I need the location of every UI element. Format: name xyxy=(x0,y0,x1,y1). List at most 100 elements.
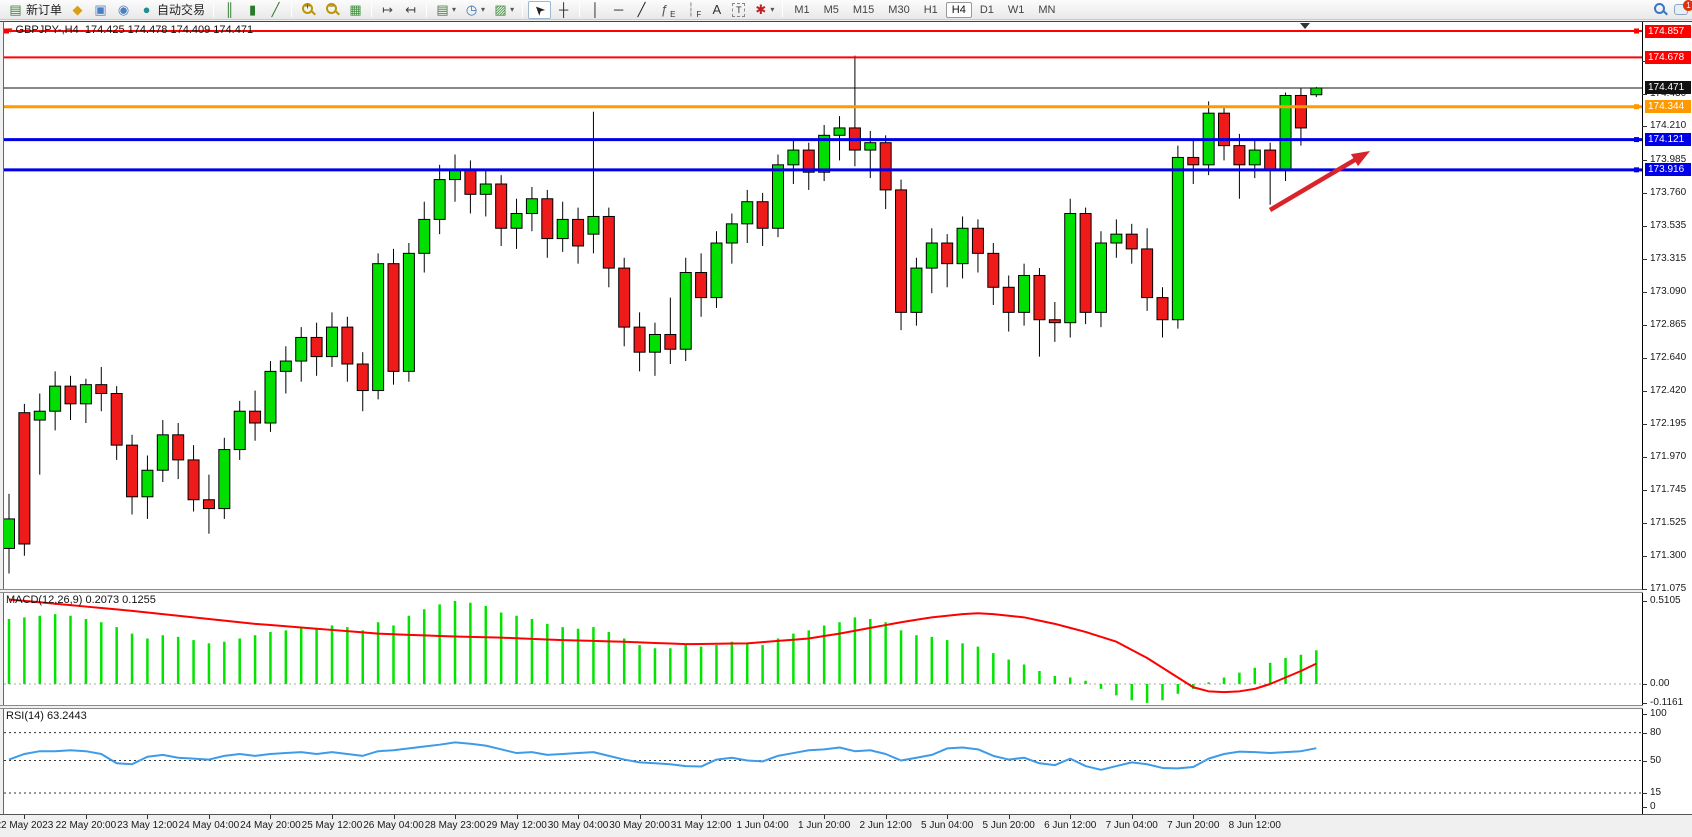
macd-pane-canvas[interactable] xyxy=(4,593,1642,705)
candle-body xyxy=(188,460,199,500)
trendline-icon[interactable]: ╱ xyxy=(631,1,652,19)
candle-body xyxy=(265,371,276,423)
time-tick xyxy=(1132,815,1133,819)
cursor-icon[interactable]: ➤ xyxy=(528,1,551,19)
candlestick-icon[interactable]: ▮ xyxy=(242,1,263,19)
main-chart-canvas[interactable] xyxy=(4,22,1642,589)
price-tick xyxy=(1642,259,1647,260)
candle-body xyxy=(357,364,368,391)
hline-icon[interactable]: ─ xyxy=(608,1,629,19)
candle xyxy=(726,214,737,264)
macd-tick xyxy=(1642,703,1647,704)
styler-brush-icon[interactable]: ◆ xyxy=(67,1,88,19)
arrows-icon[interactable]: ✱▾ xyxy=(750,1,777,19)
timeframe-m5[interactable]: M5 xyxy=(818,2,845,18)
line-handle[interactable] xyxy=(1634,29,1639,34)
candle-body xyxy=(127,445,138,497)
bar-chart-icon[interactable]: ║ xyxy=(219,1,240,19)
candle xyxy=(373,253,384,399)
candle xyxy=(203,475,214,534)
period-icon[interactable]: ◷▾ xyxy=(461,1,488,19)
time-tick xyxy=(1193,815,1194,819)
candle-body xyxy=(419,219,430,253)
price-tag-174.121: 174.121 xyxy=(1645,133,1691,146)
timeframe-m30[interactable]: M30 xyxy=(882,2,915,18)
tile-windows-icon[interactable]: ▦ xyxy=(345,1,366,19)
price-axis-line xyxy=(1642,22,1643,815)
line-handle[interactable] xyxy=(1634,137,1639,142)
timeframe-mn[interactable]: MN xyxy=(1032,2,1061,18)
candle-body xyxy=(665,334,676,349)
time-label: 8 Jun 12:00 xyxy=(1217,820,1293,831)
candle-body xyxy=(65,386,76,404)
zoom-out-icon[interactable]: − xyxy=(321,1,343,19)
period-icon: ◷ xyxy=(464,2,479,18)
candle-body xyxy=(296,337,307,361)
rsi-pane-canvas[interactable] xyxy=(4,709,1642,814)
candle-body xyxy=(1188,157,1199,164)
candle xyxy=(1295,88,1306,146)
macd-tick-label: -0.1161 xyxy=(1650,697,1683,708)
price-tag-173.916: 173.916 xyxy=(1645,163,1691,176)
arrows-icon: ✱ xyxy=(753,2,768,18)
label-icon[interactable]: T xyxy=(729,1,748,19)
timeframe-d1[interactable]: D1 xyxy=(974,2,1000,18)
candle-body xyxy=(1049,320,1060,323)
timeframe-w1[interactable]: W1 xyxy=(1002,2,1031,18)
crosshair-icon[interactable]: ┼ xyxy=(553,1,574,19)
new-order-button: ▤ xyxy=(8,2,23,18)
new-chart-icon[interactable]: ▤▾ xyxy=(432,1,459,19)
line-chart-icon[interactable]: ╱ xyxy=(265,1,286,19)
fibo-icon[interactable]: ƒE xyxy=(654,1,678,19)
fibo-expansion-icon[interactable]: ┆F xyxy=(680,1,704,19)
candle xyxy=(80,379,91,423)
new-chart-icon: ▤ xyxy=(435,2,450,18)
candle-body xyxy=(557,219,568,238)
rsi-line xyxy=(9,742,1316,769)
candle xyxy=(1065,199,1076,338)
price-tick xyxy=(1642,490,1647,491)
price-tick-label: 172.195 xyxy=(1650,418,1686,429)
candle-body xyxy=(50,386,61,411)
chart-shift-marker[interactable] xyxy=(1300,23,1310,29)
auto-scroll-icon[interactable]: ↤ xyxy=(400,1,421,19)
zoom-in-icon[interactable]: + xyxy=(297,1,319,19)
vline-icon[interactable]: │ xyxy=(585,1,606,19)
time-tick xyxy=(578,815,579,819)
time-tick xyxy=(1009,815,1010,819)
line-handle[interactable] xyxy=(1634,104,1639,109)
search-icon[interactable] xyxy=(1654,3,1665,14)
candle xyxy=(557,202,568,252)
autotrade-button[interactable]: ●自动交易 xyxy=(136,1,208,19)
line-handle[interactable] xyxy=(1634,167,1639,172)
timeframe-h4[interactable]: H4 xyxy=(946,2,972,18)
candle-body xyxy=(1234,146,1245,165)
template-icon[interactable]: ▨▾ xyxy=(490,1,517,19)
time-tick xyxy=(455,815,456,819)
time-tick xyxy=(86,815,87,819)
candle xyxy=(1126,224,1137,264)
price-tick xyxy=(1642,457,1647,458)
timeframe-m1[interactable]: M1 xyxy=(788,2,815,18)
price-tick xyxy=(1642,391,1647,392)
data-window-icon[interactable]: ▣ xyxy=(90,1,111,19)
timeframe-h1[interactable]: H1 xyxy=(918,2,944,18)
new-order-button[interactable]: ▤新订单 xyxy=(5,1,65,19)
text-icon[interactable]: A xyxy=(706,1,727,19)
price-tag-174.678: 174.678 xyxy=(1645,51,1691,64)
candle-body xyxy=(1003,287,1014,312)
candle xyxy=(173,423,184,479)
candle xyxy=(649,323,660,376)
timeframe-m15[interactable]: M15 xyxy=(847,2,880,18)
tile-windows-icon: ▦ xyxy=(348,2,363,18)
time-tick xyxy=(24,815,25,819)
notifications-icon[interactable]: 1 xyxy=(1674,4,1688,15)
line-chart-icon: ╱ xyxy=(268,2,283,18)
chart-shift-icon[interactable]: ↦ xyxy=(377,1,398,19)
candle xyxy=(880,135,891,209)
candle-body xyxy=(1265,150,1276,169)
signal-icon[interactable]: ◉ xyxy=(113,1,134,19)
candle-body xyxy=(173,435,184,460)
candle xyxy=(250,391,261,441)
time-tick xyxy=(640,815,641,819)
